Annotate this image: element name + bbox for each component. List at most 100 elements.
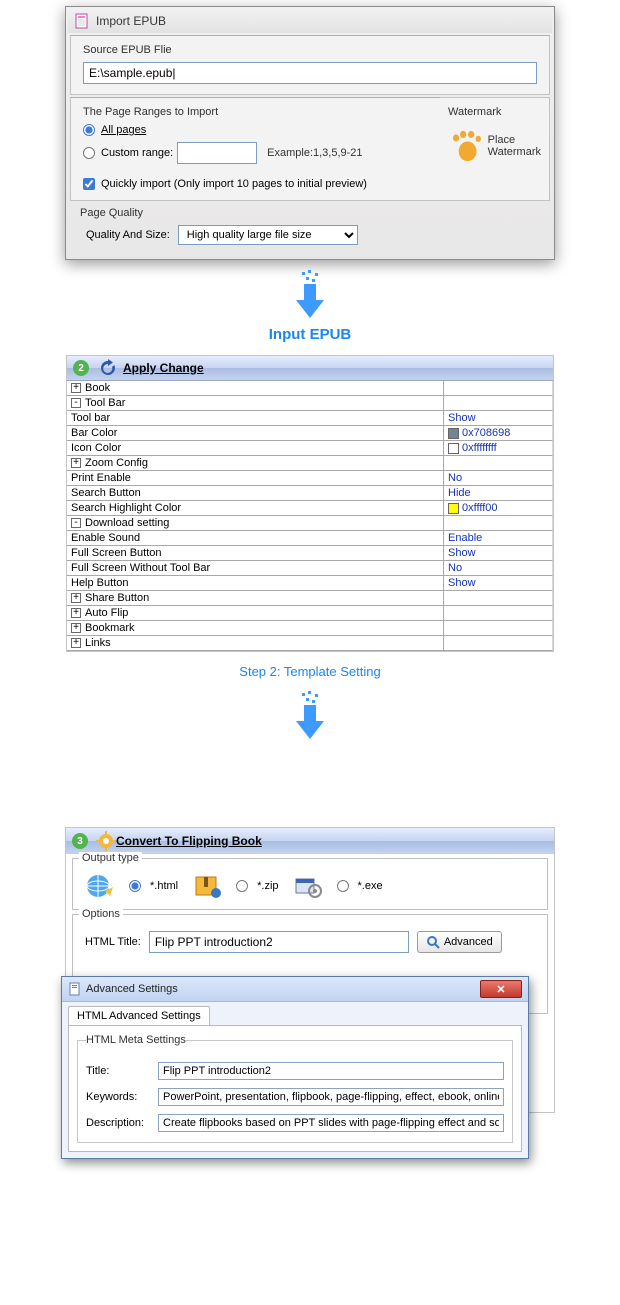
source-path-input[interactable] — [83, 62, 537, 84]
tree-label: Icon Color — [71, 442, 121, 454]
ranges-label: The Page Ranges to Import — [83, 106, 428, 118]
tree-row[interactable]: +Auto Flip — [67, 606, 553, 621]
tree-row[interactable]: Search Button Hide — [67, 486, 553, 501]
meta-title-input[interactable] — [158, 1062, 504, 1080]
page-icon — [68, 982, 82, 996]
tree-row[interactable]: Tool barShow — [67, 411, 553, 426]
tree-row[interactable]: Full Screen Without Tool Bar No — [67, 561, 553, 576]
html-title-input[interactable] — [149, 931, 409, 953]
tree-row[interactable]: -Tool Bar — [67, 396, 553, 411]
zip-icon — [192, 873, 222, 899]
dialog-title: Import EPUB — [96, 14, 166, 28]
convert-title[interactable]: Convert To Flipping Book — [116, 834, 262, 848]
color-swatch — [448, 503, 459, 514]
meta-description-input[interactable] — [158, 1114, 504, 1132]
convert-header: 3 Convert To Flipping Book — [66, 828, 554, 854]
tree-row[interactable]: + Links — [67, 636, 553, 651]
close-button[interactable]: ✕ — [480, 980, 522, 998]
output-zip-radio[interactable] — [236, 880, 248, 892]
tree-label: Tool bar — [71, 412, 110, 424]
tree-row[interactable]: Print EnableNo — [67, 471, 553, 486]
refresh-icon — [99, 359, 117, 377]
color-swatch — [448, 443, 459, 454]
collapse-icon[interactable]: - — [71, 518, 81, 528]
html-title-label: HTML Title: — [85, 936, 141, 948]
watermark-label: Watermark — [448, 106, 541, 118]
output-type-group: Output type *.html *.zip *.exe — [72, 858, 548, 910]
tree-row[interactable]: Help Button Show — [67, 576, 553, 591]
output-type-label: Output type — [79, 852, 142, 864]
convert-dialog: 3 Convert To Flipping Book Output type *… — [65, 827, 555, 1113]
options-label: Options — [79, 908, 123, 920]
custom-range-input[interactable] — [177, 142, 257, 164]
advanced-titlebar: Advanced Settings ✕ — [62, 977, 528, 1002]
tree-label: Links — [85, 637, 111, 649]
watermark-group: Watermark Place Watermark — [440, 97, 550, 201]
template-setting-panel: 2 Apply Change +Book-Tool BarTool barSho… — [66, 355, 554, 652]
all-pages-radio[interactable] — [83, 124, 95, 136]
tree-label: Bookmark — [85, 622, 135, 634]
tree-row[interactable]: Bar Color 0x708698 — [67, 426, 553, 441]
example-text: Example:1,3,5,9-21 — [267, 147, 362, 159]
expand-icon[interactable]: + — [71, 383, 81, 393]
quality-select[interactable]: High quality large file size — [178, 225, 358, 245]
source-label: Source EPUB Flie — [83, 44, 537, 56]
meta-legend: HTML Meta Settings — [86, 1034, 186, 1046]
expand-icon[interactable]: + — [71, 623, 81, 633]
meta-keywords-input[interactable] — [158, 1088, 504, 1106]
search-icon — [426, 935, 440, 949]
source-epub-group: Source EPUB Flie — [70, 35, 550, 95]
tree-label: Tool Bar — [85, 397, 125, 409]
all-pages-label: All pages — [101, 124, 146, 136]
expand-icon[interactable]: + — [71, 608, 81, 618]
tree-value: 0x708698 — [462, 427, 510, 439]
collapse-icon[interactable]: - — [71, 398, 81, 408]
advanced-button[interactable]: Advanced — [417, 931, 502, 953]
qas-label: Quality And Size: — [86, 229, 170, 241]
tree-value: No — [448, 562, 462, 574]
wm-place: Place — [488, 134, 541, 146]
output-html-radio[interactable] — [129, 880, 141, 892]
color-swatch — [448, 428, 459, 439]
tree-row[interactable]: + Bookmark — [67, 621, 553, 636]
tree-label: Enable Sound — [71, 532, 140, 544]
tab-html-advanced[interactable]: HTML Advanced Settings — [68, 1006, 210, 1025]
expand-icon[interactable]: + — [71, 593, 81, 603]
custom-range-label: Custom range: — [101, 147, 173, 159]
tree-row[interactable]: + Book — [67, 381, 553, 396]
caption-input-epub: Input EPUB — [0, 326, 620, 343]
apply-change-title[interactable]: Apply Change — [123, 361, 204, 375]
custom-range-radio[interactable] — [83, 147, 95, 159]
gear-icon — [96, 831, 116, 851]
tree-value: Show — [448, 577, 476, 589]
advanced-settings-dialog: Advanced Settings ✕ HTML Advanced Settin… — [61, 976, 529, 1159]
tree-row[interactable]: -Download setting — [67, 516, 553, 531]
tree-row[interactable]: +Zoom Config — [67, 456, 553, 471]
tree-label: Search Button — [71, 487, 141, 499]
tree-label: Book — [85, 382, 110, 394]
tree-value: 0xffff00 — [462, 502, 497, 514]
titlebar: Import EPUB — [68, 9, 552, 33]
tree-label: Full Screen Without Tool Bar — [71, 562, 210, 574]
epub-icon — [74, 13, 90, 29]
arrow-down-icon — [290, 691, 330, 743]
tree-row[interactable]: Icon Color0xffffffff — [67, 441, 553, 456]
expand-icon[interactable]: + — [71, 638, 81, 648]
tree-value: Hide — [448, 487, 471, 499]
property-tree[interactable]: +Book-Tool BarTool barShowBar Color0x708… — [67, 381, 553, 651]
foot-icon — [448, 126, 484, 166]
output-exe-radio[interactable] — [337, 880, 349, 892]
tree-row[interactable]: + Share Button — [67, 591, 553, 606]
wm-water: Watermark — [488, 146, 541, 158]
caption-step2: Step 2: Template Setting — [0, 664, 620, 679]
tree-label: Print Enable — [71, 472, 131, 484]
tree-label: Help Button — [71, 577, 128, 589]
quick-import-label: Quickly import (Only import 10 pages to … — [101, 178, 367, 190]
quick-import-check[interactable] — [83, 178, 95, 190]
tree-row[interactable]: Enable SoundEnable — [67, 531, 553, 546]
tree-row[interactable]: Search Highlight Color0xffff00 — [67, 501, 553, 516]
tree-label: Bar Color — [71, 427, 117, 439]
tree-label: Share Button — [85, 592, 149, 604]
expand-icon[interactable]: + — [71, 458, 81, 468]
tree-row[interactable]: Full Screen ButtonShow — [67, 546, 553, 561]
